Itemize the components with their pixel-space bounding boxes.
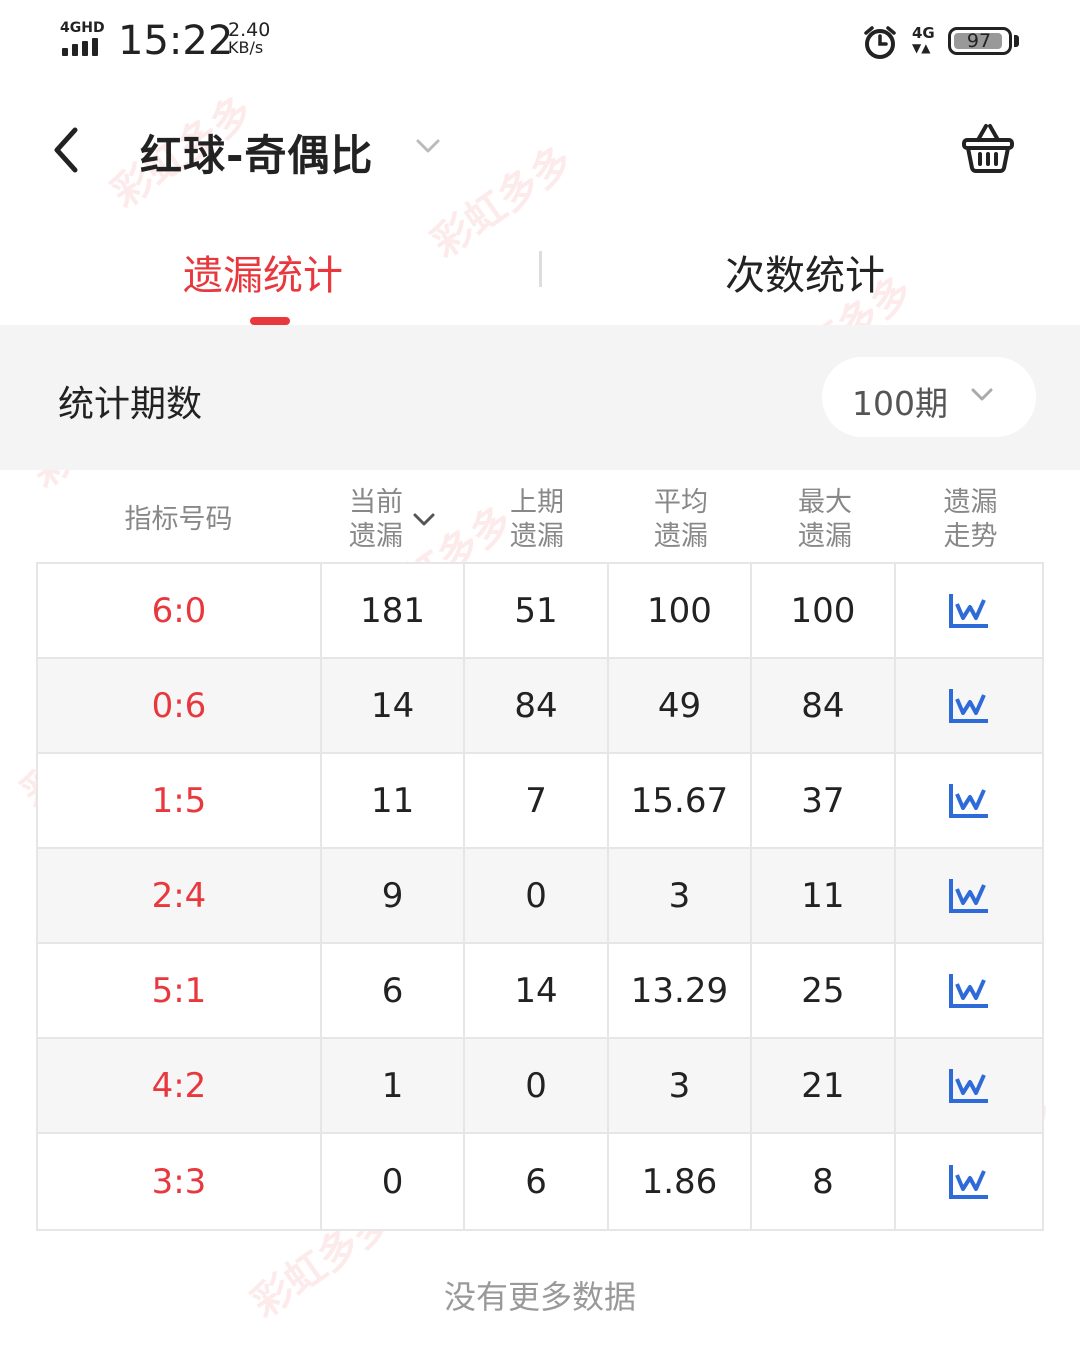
max-missing-cell: 21 xyxy=(752,1039,896,1132)
header-trend: 遗漏 走势 xyxy=(943,487,998,552)
status-bar: 4GHD 15:22 2.40 KB/s 4G ▼▲ 97 xyxy=(0,0,1080,90)
header-current-missing[interactable]: 当前 遗漏 xyxy=(321,478,465,562)
tab-count-stats[interactable]: 次数统计 xyxy=(725,243,885,301)
last-missing-cell: 0 xyxy=(465,1039,609,1132)
current-missing-cell: 14 xyxy=(322,659,466,752)
current-missing-cell: 181 xyxy=(322,564,466,657)
trend-chart-icon[interactable] xyxy=(948,687,990,725)
current-missing-cell: 11 xyxy=(322,754,466,847)
basket-icon[interactable] xyxy=(960,122,1016,174)
trend-chart-icon[interactable] xyxy=(948,877,990,915)
speed-value: 2.40 xyxy=(228,19,271,41)
period-label: 统计期数 xyxy=(58,384,203,425)
table-row: 6:0 181 51 100 100 xyxy=(38,564,1042,659)
last-missing-cell: 0 xyxy=(465,849,609,942)
trend-chart-icon[interactable] xyxy=(948,592,990,630)
current-missing-cell: 0 xyxy=(322,1134,466,1229)
average-missing-cell: 100 xyxy=(609,564,753,657)
trend-chart-icon[interactable] xyxy=(948,1163,990,1201)
table-row: 5:1 6 14 13.29 25 xyxy=(38,944,1042,1039)
trend-chart-icon[interactable] xyxy=(948,1067,990,1105)
no-more-data-text: 没有更多数据 xyxy=(443,1278,636,1316)
battery-icon: 97 xyxy=(948,27,1012,55)
sort-chevron-icon[interactable] xyxy=(411,511,437,529)
trend-cell[interactable] xyxy=(896,1134,1042,1229)
max-missing-cell: 8 xyxy=(752,1134,896,1229)
battery-tip xyxy=(1014,35,1019,47)
tab-active-indicator xyxy=(250,317,290,325)
current-missing-cell: 6 xyxy=(322,944,466,1037)
alarm-icon xyxy=(864,26,896,59)
average-missing-cell: 3 xyxy=(609,1039,753,1132)
max-missing-cell: 11 xyxy=(752,849,896,942)
average-missing-cell: 1.86 xyxy=(609,1134,753,1229)
header-average-missing: 平均 遗漏 xyxy=(654,487,708,552)
indicator-cell: 6:0 xyxy=(38,564,322,657)
trend-cell[interactable] xyxy=(896,1039,1042,1132)
table-row: 4:2 1 0 3 21 xyxy=(38,1039,1042,1134)
max-missing-cell: 25 xyxy=(752,944,896,1037)
period-select[interactable]: 100期 xyxy=(822,357,1036,437)
indicator-cell: 1:5 xyxy=(38,754,322,847)
header-last-missing: 上期 遗漏 xyxy=(510,487,564,552)
max-missing-cell: 84 xyxy=(752,659,896,752)
trend-cell[interactable] xyxy=(896,659,1042,752)
header-indicator: 指标号码 xyxy=(124,504,233,535)
watermark: 彩虹多多 xyxy=(423,137,582,268)
last-missing-cell: 84 xyxy=(465,659,609,752)
max-missing-cell: 37 xyxy=(752,754,896,847)
trend-cell[interactable] xyxy=(896,754,1042,847)
back-arrow-icon[interactable] xyxy=(45,122,89,178)
signal-icon: 4GHD xyxy=(60,20,110,60)
last-missing-cell: 14 xyxy=(465,944,609,1037)
tab-missing-stats[interactable]: 遗漏统计 xyxy=(183,243,343,301)
last-missing-cell: 7 xyxy=(465,754,609,847)
average-missing-cell: 13.29 xyxy=(609,944,753,1037)
network-label: 4GHD xyxy=(60,20,105,36)
table-row: 3:3 0 6 1.86 8 xyxy=(38,1134,1042,1229)
trend-chart-icon[interactable] xyxy=(948,782,990,820)
signal-bars xyxy=(62,38,98,56)
table-header: 指标号码 当前 遗漏 上期 遗漏 平均 遗漏 最大 遗漏 遗漏 走势 xyxy=(36,478,1044,562)
net-type-label: 4G xyxy=(912,24,935,42)
header-max-missing: 最大 遗漏 xyxy=(798,487,852,552)
stats-table: 6:0 181 51 100 100 0:6 14 84 49 84 1:5 1… xyxy=(36,562,1044,1231)
clock-time: 15:22 xyxy=(118,18,234,64)
last-missing-cell: 6 xyxy=(465,1134,609,1229)
battery-level: 97 xyxy=(966,30,992,52)
indicator-cell: 5:1 xyxy=(38,944,322,1037)
current-missing-cell: 9 xyxy=(322,849,466,942)
max-missing-cell: 100 xyxy=(752,564,896,657)
table-row: 2:4 9 0 3 11 xyxy=(38,849,1042,944)
page-title[interactable]: 红球-奇偶比 xyxy=(140,122,373,183)
average-missing-cell: 3 xyxy=(609,849,753,942)
current-missing-cell: 1 xyxy=(322,1039,466,1132)
trend-cell[interactable] xyxy=(896,944,1042,1037)
chevron-down-icon[interactable] xyxy=(414,135,442,157)
speed-unit: KB/s xyxy=(228,38,264,57)
trend-chart-icon[interactable] xyxy=(948,972,990,1010)
indicator-cell: 4:2 xyxy=(38,1039,322,1132)
trend-cell[interactable] xyxy=(896,849,1042,942)
net-type-icon: 4G ▼▲ xyxy=(912,24,935,55)
indicator-cell: 3:3 xyxy=(38,1134,322,1229)
table-row: 0:6 14 84 49 84 xyxy=(38,659,1042,754)
average-missing-cell: 49 xyxy=(609,659,753,752)
indicator-cell: 0:6 xyxy=(38,659,322,752)
period-section: 统计期数 100期 xyxy=(0,325,1080,470)
trend-cell[interactable] xyxy=(896,564,1042,657)
table-row: 1:5 11 7 15.67 37 xyxy=(38,754,1042,849)
network-speed: 2.40 KB/s xyxy=(228,19,271,57)
indicator-cell: 2:4 xyxy=(38,849,322,942)
period-value: 100期 xyxy=(852,384,948,423)
average-missing-cell: 15.67 xyxy=(609,754,753,847)
last-missing-cell: 51 xyxy=(465,564,609,657)
tab-divider xyxy=(539,251,542,287)
chevron-down-icon xyxy=(971,388,993,401)
